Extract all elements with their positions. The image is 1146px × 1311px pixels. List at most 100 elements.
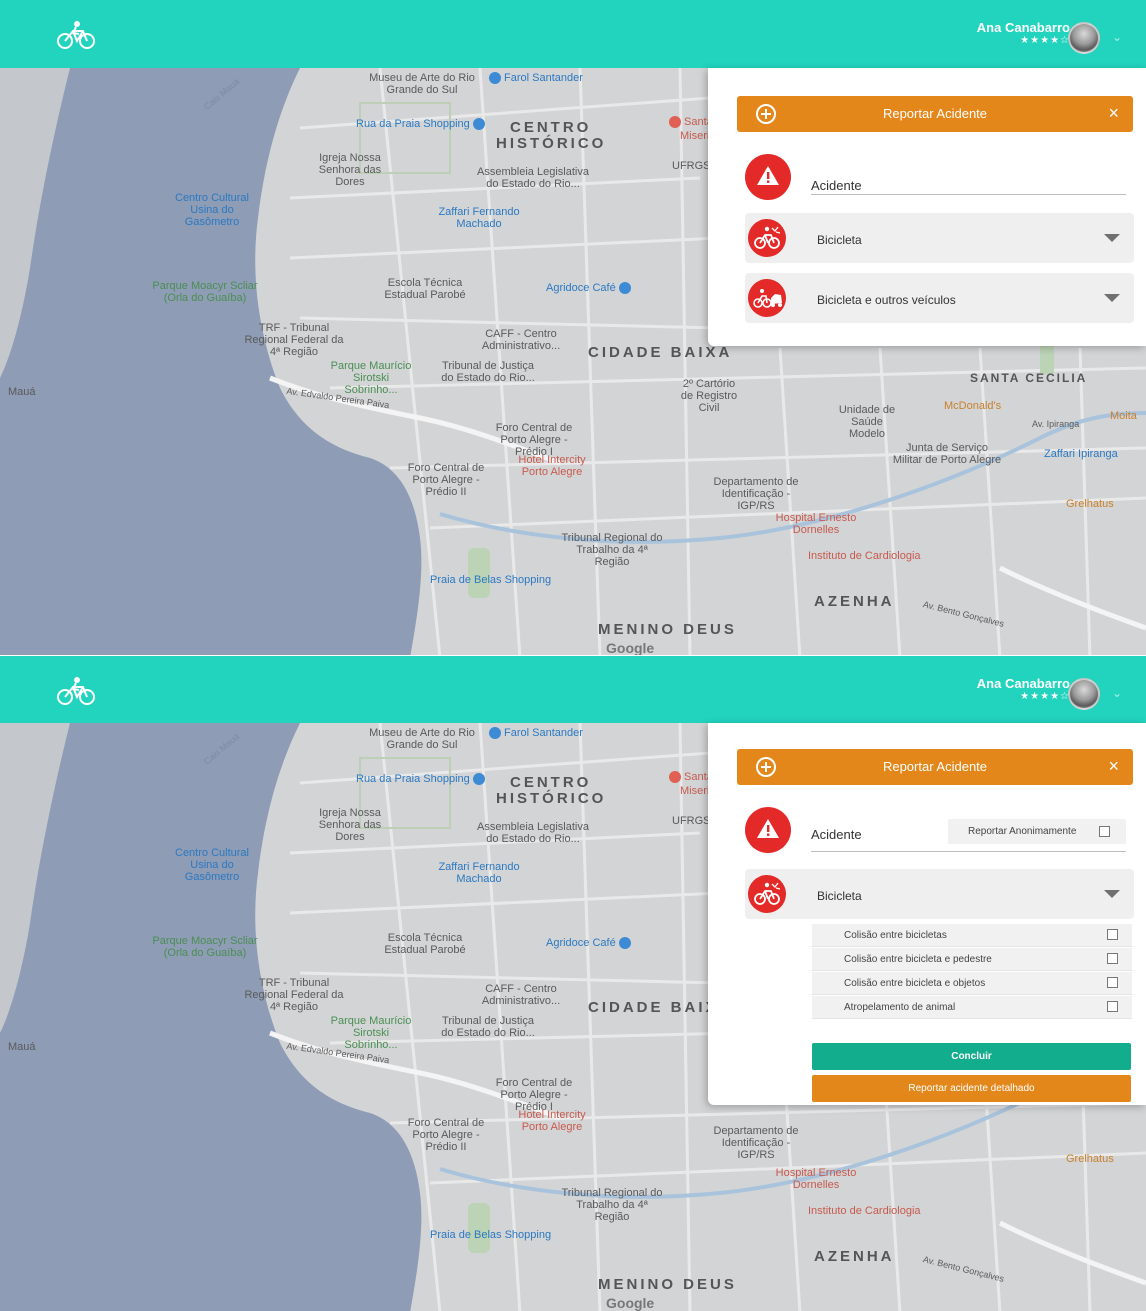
category-label: Bicicleta [817,233,862,247]
bicycle-crash-icon [748,875,786,913]
detailed-report-button[interactable]: Reportar acidente detalhado [812,1075,1131,1102]
bicycle-icon[interactable] [55,676,97,706]
divider [811,194,1126,195]
map-label-departamento: Departamento de Identificação - IGP/RS [713,476,799,512]
map-label-tribunal-trabalho: Tribunal Regional do Trabalho da 4ª Regi… [561,532,663,568]
category-bicicleta-veiculos[interactable]: Bicicleta e outros veículos [745,273,1134,323]
map-label-farol: Farol Santander [486,72,583,85]
map-label-tribunal-trabalho: Tribunal Regional do Trabalho da 4ª Regi… [561,1187,663,1223]
report-header: Reportar Acidente × [737,96,1133,132]
map-label-centro: CENTRO [510,119,592,136]
map-label-farol: Farol Santander [486,727,583,740]
accident-label: Acidente [811,827,862,842]
report-title: Reportar Acidente [882,106,988,121]
map-label-caff: CAFF - Centro Administrativo... [481,328,561,352]
close-button[interactable]: × [1108,756,1119,776]
map-label-praia-belas: Praia de Belas Shopping [430,574,552,586]
report-panel: Reportar Acidente × Acidente Bicicleta B… [708,68,1146,346]
map-label-usina: Centro Cultural Usina do Gasômetro [175,847,249,883]
option-label: Colisão entre bicicleta e pedestre [844,954,992,965]
map-label-moita: Moita [1110,410,1137,422]
bicycle-crash-icon [748,219,786,257]
map-label-ufrgs: UFRGS [672,160,711,172]
map-label-parque-mauricio: Parque Maurício Sirotski Sobrinho... [330,1015,412,1051]
bicycle-icon[interactable] [55,20,97,50]
category-bicicleta[interactable]: Bicicleta [745,213,1134,263]
map-label-agridoce: Agridoce Café [546,937,634,950]
chevron-down-icon[interactable] [1104,294,1120,302]
chevron-down-icon[interactable] [1104,890,1120,898]
map-label-menino-deus: MENINO DEUS [598,621,737,638]
option-atropelamento-animal[interactable]: Atropelamento de animal [812,996,1132,1019]
screen-collapsed: Ana Canabarro ★★★★☆ ⌄ Museu de Arte do R… [0,0,1146,655]
map-label-centro: CENTRO [510,774,592,791]
map-label-grelhatus: Grelhatus [1066,1153,1114,1165]
user-rating-stars: ★★★★☆ [1020,35,1070,46]
map-label-usina: Centro Cultural Usina do Gasômetro [175,192,249,228]
chevron-down-icon[interactable]: ⌄ [1112,31,1122,43]
map-label-zaffari: Zaffari Fernando Machado [438,206,520,230]
map-label-foro2: Foro Central de Porto Alegre - Prédio II [407,1117,485,1153]
map-label-assembleia: Assembleia Legislativa do Estado do Rio.… [477,821,589,845]
map-label-zaffari-ipiranga: Zaffari Ipiranga [1044,448,1118,460]
map-label-tribunal-justica: Tribunal de Justiça do Estado do Rio... [441,1015,535,1039]
map-label-zaffari: Zaffari Fernando Machado [438,861,520,885]
map-label-igreja: Igreja Nossa Senhora das Dores [318,152,382,188]
accident-label: Acidente [811,178,862,193]
chevron-down-icon[interactable]: ⌄ [1112,687,1122,699]
anonymous-toggle[interactable]: Reportar Anonimamente [948,819,1126,844]
map-label-assembleia: Assembleia Legislativa do Estado do Rio.… [477,166,589,190]
map-label-hospital: Hospital Ernesto Dornelles [775,512,857,536]
option-checkbox[interactable] [1107,1001,1118,1012]
report-panel: Reportar Acidente × Acidente Reportar An… [708,723,1146,1105]
chevron-down-icon[interactable] [1104,234,1120,242]
google-logo: Google [606,1295,655,1311]
map-label-miseri: Miseri [680,130,710,142]
map-label-foro1: Foro Central de Porto Alegre - Prédio I [495,1077,573,1113]
user-name: Ana Canabarro [976,676,1070,691]
map-label-mcdonalds: McDonald's [944,400,1002,412]
option-colisao-bicicletas[interactable]: Colisão entre bicicletas [812,924,1132,947]
map-label-departamento: Departamento de Identificação - IGP/RS [713,1125,799,1161]
map-label-ufrgs: UFRGS [672,815,711,827]
option-colisao-pedestre[interactable]: Colisão entre bicicleta e pedestre [812,948,1132,971]
map-label-maua: Mauá [8,386,36,398]
close-button[interactable]: × [1108,103,1119,123]
map-label-rua-praia: Rua da Praia Shopping [356,118,488,131]
map-label-igreja: Igreja Nossa Senhora das Dores [318,807,382,843]
map-label-rua-praia: Rua da Praia Shopping [356,773,488,786]
map-label-hotel: Hotel Intercity Porto Alegre [518,1109,586,1133]
map-label-escola: Escola Técnica Estadual Parobé [384,277,466,301]
map-label-junta: Junta de Serviço Militar de Porto Alegre [892,442,1002,466]
option-checkbox[interactable] [1107,953,1118,964]
map-label-tribunal-justica: Tribunal de Justiça do Estado do Rio... [441,360,535,384]
user-info[interactable]: Ana Canabarro ★★★★☆ [977,20,1070,47]
google-logo: Google [606,640,655,655]
anonymous-checkbox[interactable] [1099,826,1110,837]
map-label-parque-moacyr: Parque Moacyr Scliar (Orla do Guaíba) [152,935,258,959]
map-label-trf: TRF - Tribunal Regional Federal da 4ª Re… [244,322,344,358]
category-bicicleta[interactable]: Bicicleta [745,869,1134,919]
map-label-cidade-baixa: CIDADE BAIXA [588,344,733,361]
option-checkbox[interactable] [1107,929,1118,940]
category-label: Bicicleta [817,889,862,903]
option-checkbox[interactable] [1107,977,1118,988]
user-info[interactable]: Ana Canabarro ★★★★☆ [977,676,1070,703]
map-label-parque-mauricio: Parque Maurício Sirotski Sobrinho... [330,360,412,396]
map-label-escola: Escola Técnica Estadual Parobé [384,932,466,956]
map-label-santa-cecilia: SANTA CECILIA [970,371,1088,385]
report-title: Reportar Acidente [882,759,988,774]
avatar[interactable] [1068,22,1100,54]
avatar[interactable] [1068,678,1100,710]
anonymous-label: Reportar Anonimamente [968,826,1077,837]
map-label-museu: Museu de Arte do Rio Grande do Sul [369,727,475,751]
category-label: Bicicleta e outros veículos [817,293,956,307]
option-colisao-objetos[interactable]: Colisão entre bicicleta e objetos [812,972,1132,995]
map-label-santa: Santa [666,771,713,784]
map-label-caff: CAFF - Centro Administrativo... [481,983,561,1007]
map-label-instituto: Instituto de Cardiologia [808,550,921,562]
confirm-button[interactable]: Concluir [812,1043,1131,1070]
map-label-trf: TRF - Tribunal Regional Federal da 4ª Re… [244,977,344,1013]
option-label: Atropelamento de animal [844,1002,956,1013]
map-label-foro2: Foro Central de Porto Alegre - Prédio II [407,462,485,498]
